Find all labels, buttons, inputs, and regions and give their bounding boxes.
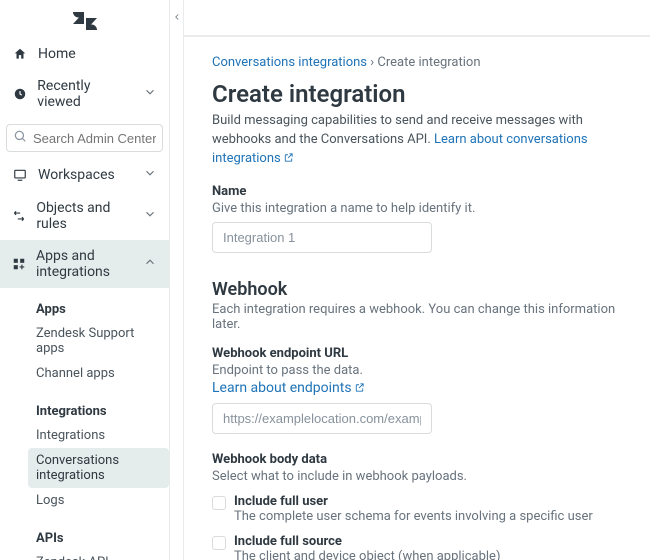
search-icon: [13, 129, 27, 147]
chevron-up-icon: [143, 255, 157, 273]
learn-endpoints-text: Learn about endpoints: [212, 380, 352, 396]
chevron-down-icon: [143, 166, 157, 184]
webhook-endpoint-input[interactable]: [212, 403, 432, 434]
learn-endpoints-link[interactable]: Learn about endpoints: [212, 380, 365, 396]
checkbox-full-source-desc: The client and device object (when appli…: [234, 549, 500, 560]
sidebar: Home Recently viewed Workspaces Obj: [0, 0, 170, 560]
main-content: Conversations integrations › Create inte…: [184, 36, 650, 560]
breadcrumb-current: Create integration: [377, 55, 480, 70]
checkbox-full-user-label: Include full user: [234, 494, 593, 509]
webhook-title: Webhook: [212, 279, 622, 300]
page-title: Create integration: [212, 80, 622, 108]
search-container: [0, 118, 169, 158]
nav-apps-integrations[interactable]: Apps and integrations: [0, 240, 169, 288]
checkbox-full-user-desc: The complete user schema for events invo…: [234, 509, 593, 524]
integration-name-input[interactable]: [212, 222, 432, 253]
nav-objects-label: Objects and rules: [36, 200, 133, 232]
subnav-zendesk-api[interactable]: Zendesk API: [28, 550, 169, 560]
external-link-icon: [283, 151, 294, 170]
subnav-logs[interactable]: Logs: [28, 488, 169, 513]
apps-icon: [12, 257, 26, 271]
body-data-label: Webhook body data: [212, 452, 622, 467]
nav-home[interactable]: Home: [0, 38, 169, 70]
subnav: Apps Zendesk Support apps Channel apps I…: [0, 288, 169, 560]
checkbox-full-source[interactable]: [212, 536, 226, 550]
objects-icon: [12, 209, 26, 223]
nav-workspaces-label: Workspaces: [38, 167, 115, 183]
workspaces-icon: [12, 168, 28, 182]
chevron-left-icon: [172, 12, 182, 22]
checkbox-full-source-label: Include full source: [234, 534, 500, 549]
nav-home-label: Home: [38, 46, 76, 62]
external-link-icon: [354, 381, 365, 397]
endpoint-label: Webhook endpoint URL: [212, 346, 622, 361]
home-icon: [12, 47, 28, 61]
subnav-apis-header: APIs: [36, 523, 169, 550]
zendesk-logo: [0, 8, 169, 34]
breadcrumb: Conversations integrations › Create inte…: [212, 55, 622, 70]
chevron-down-icon: [143, 207, 157, 225]
sidebar-collapse-handle[interactable]: [170, 0, 184, 560]
breadcrumb-sep: ›: [370, 55, 374, 70]
subnav-channel-apps[interactable]: Channel apps: [28, 361, 169, 386]
nav-objects[interactable]: Objects and rules: [0, 192, 169, 240]
subnav-zendesk-support-apps[interactable]: Zendesk Support apps: [28, 321, 169, 361]
subnav-conversations-integrations[interactable]: Conversations integrations: [28, 448, 169, 488]
zendesk-icon: [72, 8, 98, 34]
top-header-strip: [184, 0, 650, 36]
search-input[interactable]: [33, 131, 156, 146]
checkbox-full-source-row: Include full source The client and devic…: [212, 534, 622, 560]
subnav-integrations-header: Integrations: [36, 396, 169, 423]
nav-workspaces[interactable]: Workspaces: [0, 158, 169, 192]
subnav-integrations[interactable]: Integrations: [28, 423, 169, 448]
checkbox-full-user[interactable]: [212, 496, 226, 510]
search-box[interactable]: [6, 124, 163, 152]
nav-recent[interactable]: Recently viewed: [0, 70, 169, 118]
clock-icon: [12, 87, 27, 101]
nav-recent-label: Recently viewed: [37, 78, 133, 110]
name-label: Name: [212, 184, 622, 199]
page-desc: Build messaging capabilities to send and…: [212, 112, 622, 170]
checkbox-full-user-row: Include full user The complete user sche…: [212, 494, 622, 524]
subnav-apps-header: Apps: [36, 294, 169, 321]
chevron-down-icon: [143, 85, 157, 103]
breadcrumb-parent[interactable]: Conversations integrations: [212, 55, 367, 70]
name-help: Give this integration a name to help ide…: [212, 201, 622, 216]
body-data-help: Select what to include in webhook payloa…: [212, 469, 622, 484]
endpoint-help: Endpoint to pass the data.: [212, 363, 622, 378]
nav-apps-label: Apps and integrations: [36, 248, 133, 280]
webhook-desc: Each integration requires a webhook. You…: [212, 302, 622, 332]
